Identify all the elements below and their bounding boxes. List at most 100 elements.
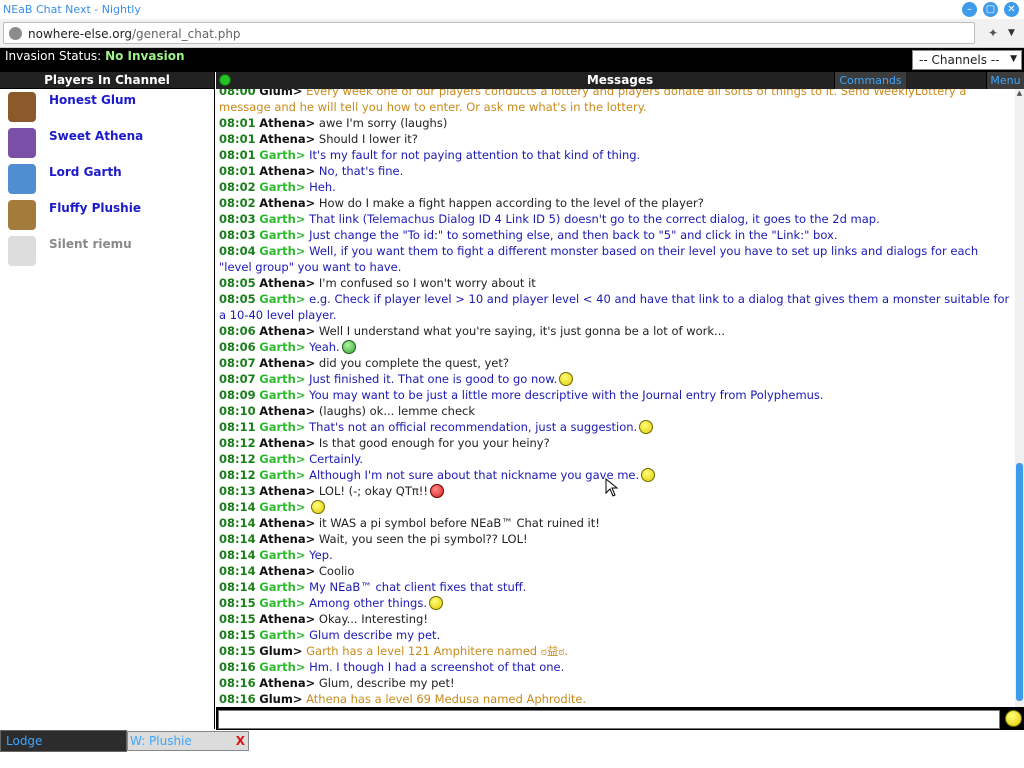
emoji-picker-icon[interactable] (1005, 710, 1022, 727)
addon-icon[interactable]: ✦ (986, 26, 1000, 40)
message-nick[interactable]: Garth> (259, 500, 305, 514)
message-text: awe I'm sorry (laughs) (318, 116, 448, 130)
message-time: 08:14 (219, 580, 256, 594)
message-time: 08:01 (219, 116, 256, 130)
message-nick[interactable]: Athena> (259, 484, 315, 498)
message-text: Should I lower it? (318, 132, 418, 146)
message-nick[interactable]: Athena> (259, 564, 315, 578)
player-name[interactable]: Honest Glum (49, 93, 136, 107)
scrollbar-thumb[interactable] (1016, 463, 1023, 701)
mouse-cursor-icon (605, 478, 619, 497)
message-text: How do I make a fight happen according t… (318, 196, 704, 210)
player-row[interactable]: Lord Garth (0, 161, 214, 197)
scrollbar[interactable]: ▲ (1015, 89, 1024, 707)
address-bar[interactable]: nowhere-else.org/general_chat.php (3, 22, 975, 44)
message-nick[interactable]: Garth> (259, 548, 305, 562)
message-text: Among other things. (309, 596, 427, 610)
message-line: 08:09 Garth> You may want to be just a l… (219, 387, 1013, 403)
player-row[interactable]: Honest Glum (0, 89, 214, 125)
chat-header: Invasion Status: No Invasion -- Channels… (0, 48, 1024, 72)
message-text: Every week one of our players conducts a… (219, 89, 967, 114)
avatar (8, 236, 36, 266)
message-nick[interactable]: Athena> (259, 516, 315, 530)
message-line: 08:07 Garth> Just finished it. That one … (219, 371, 1013, 387)
message-nick[interactable]: Athena> (259, 196, 315, 210)
message-line: 08:06 Garth> Yeah. (219, 339, 1013, 355)
menu-button[interactable]: Menu (986, 72, 1024, 89)
message-nick[interactable]: Glum> (259, 644, 302, 658)
message-nick[interactable]: Athena> (259, 164, 315, 178)
player-name[interactable]: Fluffy Plushie (49, 201, 141, 215)
message-nick[interactable]: Garth> (259, 628, 305, 642)
message-nick[interactable]: Athena> (259, 532, 315, 546)
message-line: 08:14 Garth> (219, 499, 1013, 515)
message-nick[interactable]: Garth> (259, 388, 305, 402)
message-text: did you complete the quest, yet? (318, 356, 509, 370)
message-line: 08:16 Athena> Glum, describe my pet! (219, 675, 1013, 691)
message-line: 08:14 Athena> Coolio (219, 563, 1013, 579)
message-nick[interactable]: Garth> (259, 580, 305, 594)
message-nick[interactable]: Athena> (259, 132, 315, 146)
message-nick[interactable]: Garth> (259, 372, 305, 386)
message-time: 08:09 (219, 388, 256, 402)
message-nick[interactable]: Garth> (259, 148, 305, 162)
message-nick[interactable]: Garth> (259, 292, 305, 306)
player-name[interactable]: Sweet Athena (49, 129, 143, 143)
player-name[interactable]: Lord Garth (49, 165, 122, 179)
close-tab-icon[interactable]: X (236, 732, 245, 750)
message-line: 08:00 Glum> Every week one of our player… (219, 89, 1013, 115)
message-line: 08:06 Athena> Well I understand what you… (219, 323, 1013, 339)
message-nick[interactable]: Garth> (259, 340, 305, 354)
message-text: Although I'm not sure about that nicknam… (309, 468, 640, 482)
chevron-down-icon[interactable]: ▼ (1008, 28, 1015, 38)
message-nick[interactable]: Garth> (259, 660, 305, 674)
globe-icon (9, 27, 22, 40)
message-text: Coolio (318, 564, 355, 578)
scroll-up-arrow-icon[interactable]: ▲ (1015, 89, 1024, 98)
player-row[interactable]: Sweet Athena (0, 125, 214, 161)
message-nick[interactable]: Athena> (259, 404, 315, 418)
message-nick[interactable]: Garth> (259, 244, 305, 258)
message-nick[interactable]: Athena> (259, 276, 315, 290)
message-text: Glum, describe my pet! (318, 676, 455, 690)
message-nick[interactable]: Garth> (259, 452, 305, 466)
tab-lodge[interactable]: Lodge (0, 730, 127, 752)
input-row (216, 707, 1024, 730)
message-text: I'm confused so I won't worry about it (318, 276, 536, 290)
message-nick[interactable]: Athena> (259, 676, 315, 690)
tab-whisper-plushie[interactable]: W: Plushie X (127, 731, 249, 751)
minimize-button[interactable]: – (962, 2, 977, 17)
message-text: it WAS a pi symbol before NEaB™ Chat rui… (318, 516, 600, 530)
commands-button[interactable]: Commands (834, 72, 906, 89)
message-nick[interactable]: Athena> (259, 612, 315, 626)
chat-input[interactable] (218, 710, 1000, 729)
message-nick[interactable]: Garth> (259, 596, 305, 610)
message-time: 08:14 (219, 532, 256, 546)
message-nick[interactable]: Garth> (259, 180, 305, 194)
message-nick[interactable]: Garth> (259, 420, 305, 434)
avatar (8, 92, 36, 122)
url-text[interactable]: nowhere-else.org/general_chat.php (28, 27, 241, 41)
message-nick[interactable]: Garth> (259, 228, 305, 242)
message-time: 08:10 (219, 404, 256, 418)
message-nick[interactable]: Athena> (259, 436, 315, 450)
message-nick[interactable]: Garth> (259, 468, 305, 482)
close-window-button[interactable]: ✕ (1004, 2, 1019, 17)
channels-select[interactable]: -- Channels -- ▼ (912, 50, 1022, 70)
message-nick[interactable]: Athena> (259, 116, 315, 130)
player-row[interactable]: Silent riemu (0, 233, 214, 269)
message-line: 08:01 Athena> awe I'm sorry (laughs) (219, 115, 1013, 131)
message-nick[interactable]: Glum> (259, 89, 302, 98)
player-name[interactable]: Silent riemu (49, 237, 132, 251)
message-nick[interactable]: Athena> (259, 324, 315, 338)
message-time: 08:15 (219, 596, 256, 610)
message-list[interactable]: 08:00 Glum> Every week one of our player… (216, 89, 1015, 707)
message-nick[interactable]: Garth> (259, 212, 305, 226)
maximize-button[interactable]: ▢ (983, 2, 998, 17)
message-nick[interactable]: Athena> (259, 356, 315, 370)
player-row[interactable]: Fluffy Plushie (0, 197, 214, 233)
message-text: Just change the "To id:" to something el… (309, 228, 838, 242)
message-line: 08:14 Athena> it WAS a pi symbol before … (219, 515, 1013, 531)
message-nick[interactable]: Glum> (259, 692, 302, 706)
message-time: 08:07 (219, 356, 256, 370)
